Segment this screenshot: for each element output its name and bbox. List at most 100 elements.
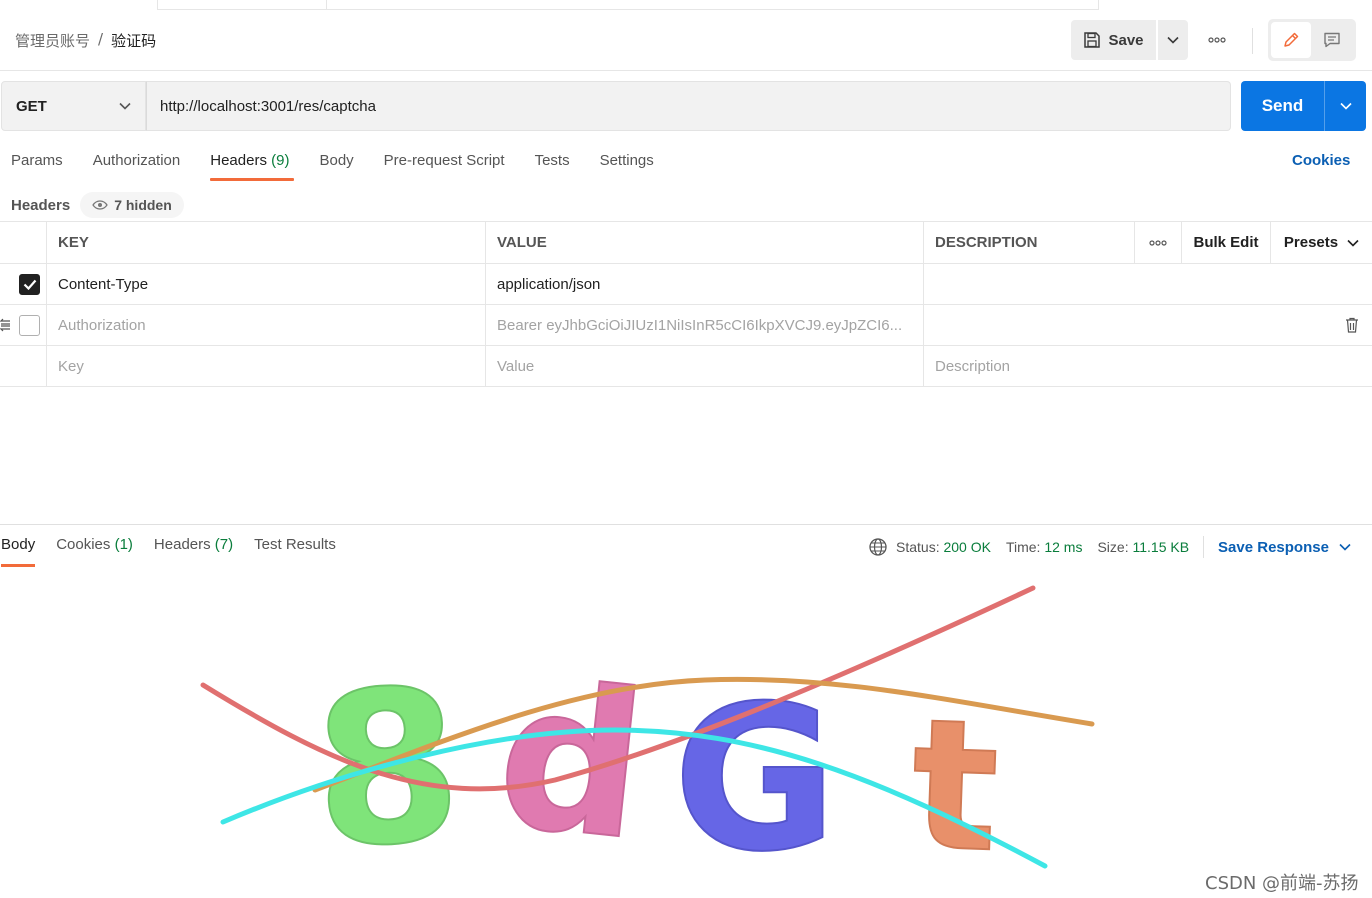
response-tab-test-results[interactable]: Test Results [254,536,336,566]
response-meta: Status: 200 OK Time: 12 ms Size: 11.15 K… [868,536,1351,558]
size-value: 11.15 KB [1132,539,1190,555]
edit-mode-button[interactable] [1271,22,1311,58]
response-divider[interactable] [0,524,1372,525]
captcha-image: 8 d G t [200,585,1095,875]
response-tab-headers-label: Headers [153,536,211,553]
row-checkbox-cell [0,305,47,345]
chevron-down-icon [1347,239,1359,247]
url-input[interactable]: http://localhost:3001/res/captcha [146,81,1231,131]
bulk-edit-button[interactable]: Bulk Edit [1182,222,1271,263]
size-label: Size: [1097,539,1129,555]
new-key-input[interactable]: Key [47,346,486,386]
column-header-value: VALUE [486,222,924,263]
status-value: 200 OK [943,539,991,555]
chevron-down-icon [1339,102,1352,110]
cookies-link[interactable]: Cookies [1292,152,1350,169]
tab-headers-label: Headers [210,152,267,169]
column-header-key: KEY [47,222,486,263]
view-mode-toggle [1268,19,1356,61]
captcha-char-3: G [673,663,837,875]
save-icon [1084,32,1101,48]
response-time: Time: 12 ms [1006,539,1083,555]
hidden-headers-toggle[interactable]: 7 hidden [80,192,184,218]
breadcrumb: 管理员账号 / 验证码 [15,30,156,51]
new-value-input[interactable]: Value [486,346,924,386]
more-horizontal-icon [1149,239,1167,246]
tab-settings[interactable]: Settings [600,150,654,182]
eye-icon [92,200,108,210]
send-options-button[interactable] [1325,81,1366,131]
table-row: Content-Type application/json [0,264,1372,305]
status-label: Status: [896,539,940,555]
presets-label: Presets [1283,234,1339,251]
row-enabled-checkbox[interactable] [19,273,40,295]
headers-subheader: Headers 7 hidden [11,192,184,218]
request-tabs: Params Authorization Headers (9) Body Pr… [11,150,684,182]
response-tab-cookies[interactable]: Cookies (1) [56,536,133,566]
watermark: CSDN @前端-苏扬 [1205,873,1359,894]
tab-authorization[interactable]: Authorization [93,150,181,182]
chevron-down-icon [1339,543,1351,551]
request-header: 管理员账号 / 验证码 Save [0,10,1372,71]
tab-body[interactable]: Body [319,150,353,182]
save-button[interactable]: Save [1071,20,1156,60]
response-tab-headers[interactable]: Headers (7) [154,536,233,566]
comment-icon [1324,32,1340,48]
hidden-headers-count: 7 hidden [114,197,172,213]
response-tab-body[interactable]: Body [1,536,36,567]
save-response-dropdown[interactable]: Save Response [1218,539,1351,556]
toolbar-divider [1252,28,1253,54]
trash-icon[interactable] [1345,317,1359,333]
column-header-checkbox [0,222,47,263]
header-description-cell[interactable] [924,305,1372,345]
new-description-input[interactable]: Description [924,346,1372,386]
headers-section-label: Headers [11,196,71,214]
header-description-cell[interactable] [924,264,1372,304]
column-options-button[interactable] [1135,222,1182,263]
response-tab-headers-count: (7) [214,536,234,553]
column-header-description: DESCRIPTION [924,222,1135,263]
time-value: 12 ms [1044,539,1083,555]
more-options-button[interactable] [1200,30,1234,50]
captcha-char-4: t [908,681,1001,875]
chevron-down-icon [1167,36,1179,44]
chevron-down-icon [119,102,131,110]
header-value-cell[interactable]: application/json [486,264,924,304]
documentation-mode-button[interactable] [1311,22,1353,58]
pencil-icon [1284,32,1299,47]
response-tab-cookies-count: (1) [114,536,133,553]
method-label: GET [16,97,47,115]
captcha-char-1: 8 [308,643,467,875]
headers-table: KEY VALUE DESCRIPTION Bulk Edit Presets … [0,221,1372,387]
header-key-cell[interactable]: Authorization [47,305,486,345]
header-key-cell[interactable]: Content-Type [47,264,486,304]
tab-params[interactable]: Params [11,150,63,182]
check-icon [23,279,36,290]
tab-tests[interactable]: Tests [535,150,570,182]
save-options-button[interactable] [1158,20,1188,60]
response-status: Status: 200 OK [896,539,991,555]
meta-divider [1203,536,1205,558]
table-row-new: Key Value Description [0,346,1372,387]
tab-pre-request-script[interactable]: Pre-request Script [384,150,505,182]
save-response-label: Save Response [1218,538,1329,556]
table-header-row: KEY VALUE DESCRIPTION Bulk Edit Presets [0,221,1372,264]
presets-dropdown[interactable]: Presets [1271,222,1372,263]
save-group: Save [1071,20,1188,60]
globe-icon[interactable] [868,537,888,557]
response-tabs: Body Cookies (1) Headers (7) Test Result… [1,536,357,567]
tab-headers[interactable]: Headers (9) [210,150,295,182]
send-button[interactable]: Send [1241,81,1325,131]
method-select[interactable]: GET [1,81,146,131]
row-checkbox-cell [0,264,47,304]
save-label: Save [1108,31,1144,49]
row-enabled-checkbox[interactable] [19,314,40,336]
header-value-cell[interactable]: Bearer eyJhbGciOiJIUzI1NiIsInR5cCI6IkpXV… [486,305,924,345]
tab-headers-count: (9) [271,152,290,169]
breadcrumb-parent[interactable]: 管理员账号 [15,30,90,51]
breadcrumb-current[interactable]: 验证码 [111,30,156,51]
tab-active-remnant[interactable] [157,0,327,10]
tab-remnant[interactable] [327,0,1099,10]
row-checkbox-cell [0,346,47,386]
response-tab-cookies-label: Cookies [56,536,111,553]
